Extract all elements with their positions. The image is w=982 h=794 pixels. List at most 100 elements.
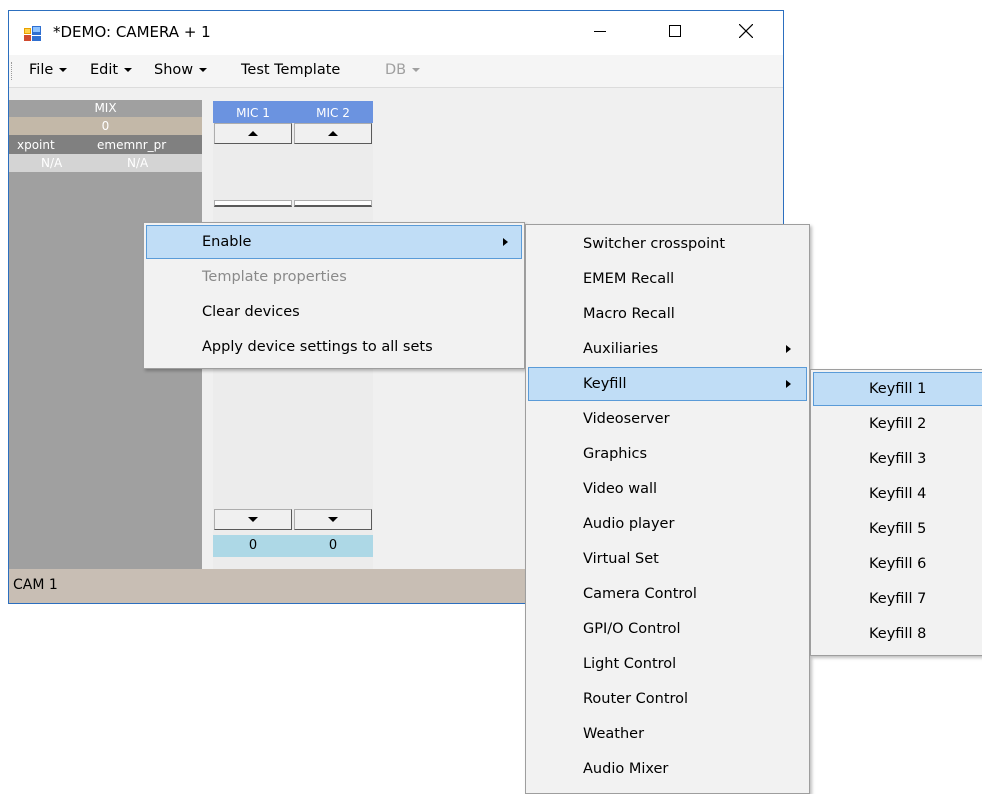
xpoint-value: N/A (41, 156, 63, 170)
close-button[interactable] (723, 11, 769, 55)
menu-file[interactable]: File (29, 62, 68, 78)
enable-submenu: Switcher crosspoint EMEM Recall Macro Re… (525, 224, 810, 794)
maximize-icon (669, 25, 681, 41)
submenu-item-audio-mixer[interactable]: Audio Mixer (528, 752, 807, 786)
mic-2-up-button[interactable] (294, 123, 372, 144)
submenu-item-emem-recall[interactable]: EMEM Recall (528, 262, 807, 296)
submenu-item-auxiliaries[interactable]: Auxiliaries (528, 332, 807, 366)
menu-item-clear-devices[interactable]: Clear devices (146, 295, 522, 329)
submenu-item-audio-player[interactable]: Audio player (528, 507, 807, 541)
submenu-item-gpio-control[interactable]: GPI/O Control (528, 612, 807, 646)
submenu-item-videoserver[interactable]: Videoserver (528, 402, 807, 436)
menu-item-apply-device-settings[interactable]: Apply device settings to all sets (146, 330, 522, 364)
submenu-item-label: Keyfill 6 (869, 556, 927, 572)
submenu-arrow-icon (786, 345, 791, 353)
submenu-item-label: Audio Mixer (583, 761, 669, 777)
arrow-down-icon (328, 517, 338, 522)
menu-item-template-properties[interactable]: Template properties (146, 260, 522, 294)
arrow-up-icon (248, 131, 258, 136)
submenu-item-label: Keyfill 5 (869, 521, 927, 537)
submenu-item-keyfill-1[interactable]: Keyfill 1 (813, 372, 982, 406)
submenu-item-weather[interactable]: Weather (528, 717, 807, 751)
submenu-item-switcher-crosspoint[interactable]: Switcher crosspoint (528, 227, 807, 261)
menu-db-label: DB (385, 62, 407, 78)
mix-column-values: N/A N/A (9, 154, 202, 172)
submenu-item-virtual-set[interactable]: Virtual Set (528, 542, 807, 576)
mic-2-header[interactable]: MIC 2 (293, 101, 373, 123)
keyfill-submenu: Keyfill 1 Keyfill 2 Keyfill 3 Keyfill 4 … (810, 369, 982, 656)
menu-test-template[interactable]: Test Template (241, 62, 340, 78)
mic-1-down-button[interactable] (214, 509, 292, 530)
mix-header: MIX (9, 100, 202, 117)
submenu-item-keyfill-7[interactable]: Keyfill 7 (813, 582, 982, 616)
submenu-item-graphics[interactable]: Graphics (528, 437, 807, 471)
menu-bar: File Edit Show Test Template DB (9, 55, 783, 88)
submenu-item-keyfill-5[interactable]: Keyfill 5 (813, 512, 982, 546)
submenu-item-camera-control[interactable]: Camera Control (528, 577, 807, 611)
chevron-down-icon (412, 68, 421, 72)
submenu-item-label: Keyfill 1 (869, 381, 927, 397)
submenu-item-label: Router Control (583, 691, 689, 707)
menu-item-enable[interactable]: Enable (146, 225, 522, 259)
submenu-item-label: Keyfill (583, 376, 627, 392)
menu-db[interactable]: DB (385, 62, 421, 78)
toolbar-grip[interactable] (11, 62, 14, 80)
submenu-item-label: Weather (583, 726, 645, 742)
submenu-item-keyfill-4[interactable]: Keyfill 4 (813, 477, 982, 511)
submenu-item-label: Audio player (583, 516, 675, 532)
menu-edit-label: Edit (90, 62, 119, 78)
submenu-item-label: Graphics (583, 446, 648, 462)
submenu-item-light-control[interactable]: Light Control (528, 647, 807, 681)
submenu-arrow-icon (503, 238, 508, 246)
window-title: *DEMO: CAMERA + 1 (53, 23, 211, 41)
maximize-button[interactable] (652, 11, 698, 55)
minimize-button[interactable] (577, 11, 623, 55)
mic-1-level: 0 (213, 535, 293, 557)
menu-item-template-properties-label: Template properties (202, 269, 347, 285)
menu-item-apply-device-settings-label: Apply device settings to all sets (202, 339, 433, 355)
mix-value: 0 (9, 117, 202, 135)
submenu-item-router-control[interactable]: Router Control (528, 682, 807, 716)
arrow-up-icon (328, 131, 338, 136)
column-label-xpoint: xpoint (17, 138, 55, 152)
submenu-item-video-wall[interactable]: Video wall (528, 472, 807, 506)
submenu-item-keyfill[interactable]: Keyfill (528, 367, 807, 401)
minimize-icon (594, 25, 606, 41)
submenu-item-label: Keyfill 7 (869, 591, 927, 607)
submenu-item-label: Switcher crosspoint (583, 236, 726, 252)
column-label-ememnr: ememnr_pr (97, 138, 167, 152)
menu-show[interactable]: Show (154, 62, 208, 78)
submenu-item-label: Macro Recall (583, 306, 675, 322)
menu-edit[interactable]: Edit (90, 62, 133, 78)
ememnr-value: N/A (127, 156, 149, 170)
chevron-down-icon (199, 68, 208, 72)
mic-2-level: 0 (293, 535, 373, 557)
menu-show-label: Show (154, 62, 194, 78)
mic-2-down-button[interactable] (294, 509, 372, 530)
submenu-item-keyfill-3[interactable]: Keyfill 3 (813, 442, 982, 476)
submenu-item-label: Video wall (583, 481, 658, 497)
chevron-down-icon (124, 68, 133, 72)
submenu-item-label: EMEM Recall (583, 271, 675, 287)
submenu-item-label: Virtual Set (583, 551, 659, 567)
submenu-item-label: Keyfill 3 (869, 451, 927, 467)
mic-1-fader-handle[interactable] (214, 200, 292, 207)
submenu-item-macro-recall[interactable]: Macro Recall (528, 297, 807, 331)
title-bar[interactable]: *DEMO: CAMERA + 1 (9, 11, 783, 55)
submenu-item-keyfill-6[interactable]: Keyfill 6 (813, 547, 982, 581)
close-icon (738, 23, 754, 42)
mic-1-header[interactable]: MIC 1 (213, 101, 293, 123)
submenu-item-keyfill-2[interactable]: Keyfill 2 (813, 407, 982, 441)
mix-column-labels: xpoint ememnr_pr (9, 135, 202, 154)
mic-2-fader-handle[interactable] (294, 200, 372, 207)
submenu-item-keyfill-8[interactable]: Keyfill 8 (813, 617, 982, 651)
menu-test-template-label: Test Template (241, 62, 341, 78)
submenu-item-label: Keyfill 2 (869, 416, 927, 432)
menu-file-label: File (29, 62, 54, 78)
submenu-item-label: GPI/O Control (583, 621, 681, 637)
chevron-down-icon (59, 68, 68, 72)
menu-item-enable-label: Enable (202, 234, 252, 250)
mic-1-up-button[interactable] (214, 123, 292, 144)
app-icon (24, 26, 41, 41)
submenu-arrow-icon (786, 380, 791, 388)
